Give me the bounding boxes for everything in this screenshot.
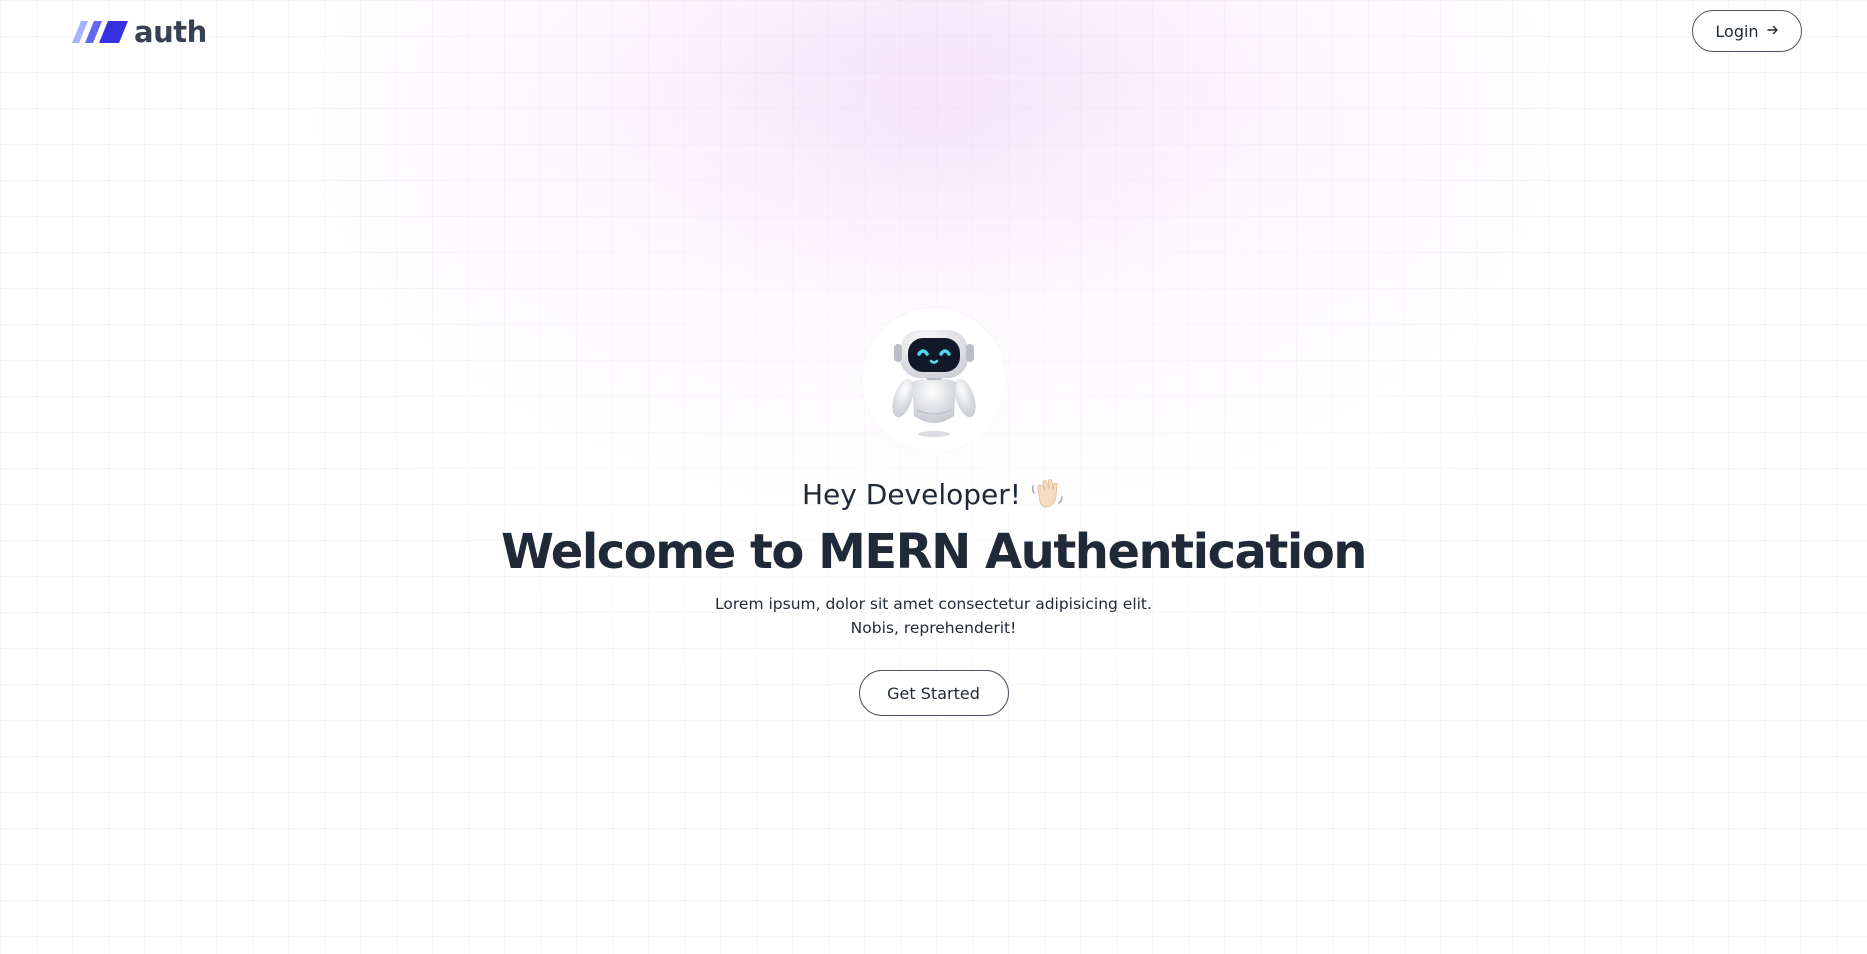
arrow-right-icon xyxy=(1766,24,1779,39)
page: auth Login Hey Developer! Welcome to MER… xyxy=(0,0,1867,954)
page-title: Welcome to MERN Authentication xyxy=(501,524,1367,580)
robot-icon xyxy=(861,308,1006,452)
get-started-label: Get Started xyxy=(887,683,980,703)
logo-text: auth xyxy=(134,15,207,49)
greeting: Hey Developer! xyxy=(802,474,1065,514)
get-started-button[interactable]: Get Started xyxy=(858,670,1009,716)
navbar: auth Login xyxy=(0,0,1867,64)
logo-stripes-icon xyxy=(72,19,128,45)
waving-hand-icon xyxy=(1029,476,1065,512)
hero-section: Hey Developer! Welcome to MERN Authentic… xyxy=(0,308,1867,716)
greeting-text: Hey Developer! xyxy=(802,477,1021,511)
login-button[interactable]: Login xyxy=(1692,10,1802,52)
logo[interactable]: auth xyxy=(72,14,207,50)
login-button-label: Login xyxy=(1715,21,1759,41)
hero-description: Lorem ipsum, dolor sit amet consectetur … xyxy=(715,595,1152,637)
